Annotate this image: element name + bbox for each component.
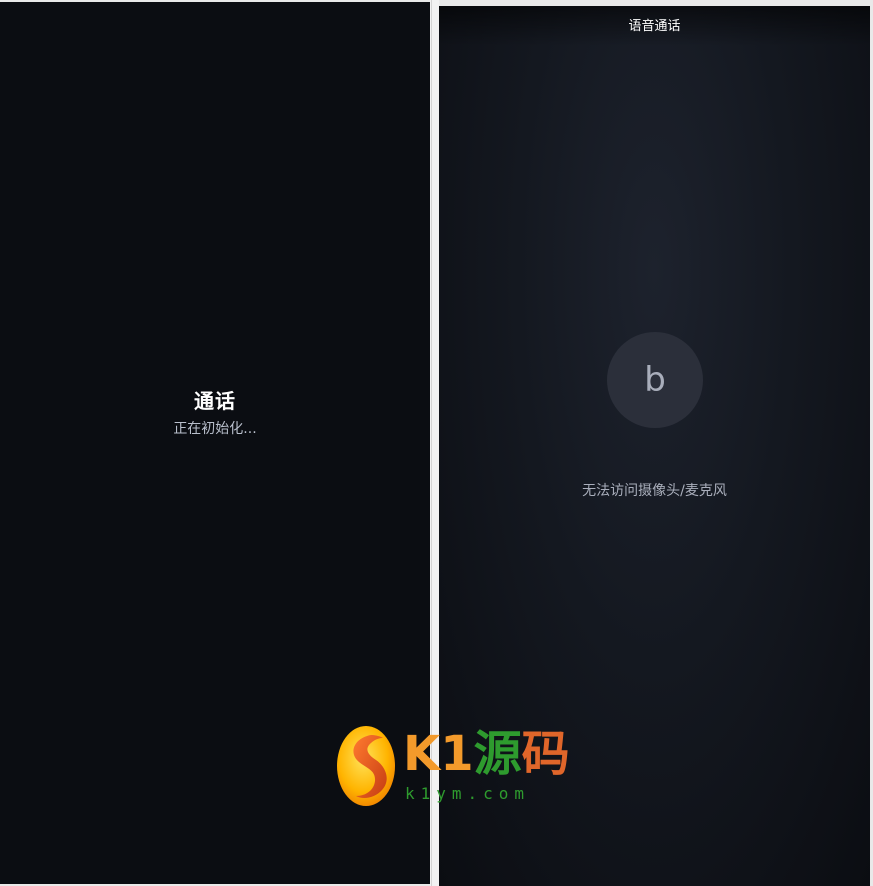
left-call-status-block: 通话 正在初始化... xyxy=(0,387,430,439)
voice-call-title: 语音通话 xyxy=(628,19,681,34)
avatar: b xyxy=(607,332,703,428)
k1-logo-icon xyxy=(335,724,397,808)
watermark-brand-ma: 码 xyxy=(521,726,570,782)
watermark-domain: k1ym.com xyxy=(405,784,531,803)
call-status-text: 正在初始化... xyxy=(173,421,257,437)
call-title: 通话 xyxy=(194,389,236,413)
watermark-brand-k1: K1 xyxy=(403,726,474,782)
app-frame: 通话 正在初始化... 语音通话 b 无法访问摄像头/麦克风 K1 源 码 k1… xyxy=(0,0,873,886)
watermark-brand: K1 源 码 xyxy=(403,724,570,784)
avatar-letter: b xyxy=(644,360,666,400)
media-access-error: 无法访问摄像头/麦克风 xyxy=(582,483,727,499)
watermark: K1 源 码 k1ym.com xyxy=(335,724,570,808)
watermark-brand-yuan: 源 xyxy=(473,726,522,782)
